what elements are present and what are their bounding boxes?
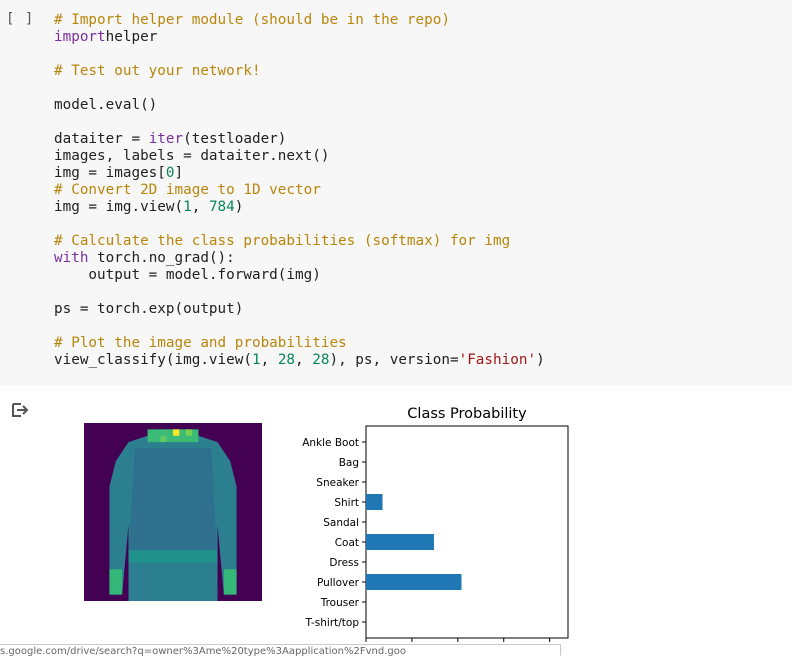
code-token: 28: [312, 352, 330, 368]
cell-output: Class Probability T-shirt/top Trouser Pullo…: [0, 386, 792, 656]
code-line[interactable]: [54, 80, 545, 97]
code-token: ,: [260, 352, 278, 368]
code-token: images, labels = dataiter.next(): [54, 148, 330, 164]
code-line[interactable]: importhelper: [54, 29, 545, 46]
code-line[interactable]: [54, 318, 545, 335]
code-token: img = img.view(: [54, 199, 184, 215]
code-line[interactable]: # Import helper module (should be in the…: [54, 12, 545, 29]
code-token: # Plot the image and probabilities: [54, 335, 347, 351]
y-tick-label: Sandal: [323, 517, 359, 529]
code-token: iter: [148, 131, 184, 147]
y-tick-label: Sneaker: [316, 477, 359, 489]
code-token: 28: [277, 352, 296, 368]
code-line[interactable]: dataiter = iter(testloader): [54, 131, 545, 148]
code-token: torch.no_grad():: [88, 250, 235, 266]
status-url: s.google.com/drive/search?q=owner%3Ame%2…: [0, 644, 561, 656]
code-line[interactable]: # Calculate the class probabilities (sof…: [54, 233, 545, 250]
y-tick-label: Trouser: [320, 597, 360, 609]
code-line[interactable]: output = model.forward(img): [54, 267, 545, 284]
code-line[interactable]: [54, 114, 545, 131]
code-token: import: [54, 29, 106, 45]
code-line[interactable]: view_classify(img.view(1, 28, 28), ps, v…: [54, 352, 545, 369]
code-token: # Import helper module (should be in the…: [54, 12, 450, 28]
code-line[interactable]: images, labels = dataiter.next(): [54, 148, 545, 165]
class-probability-chart: Class Probability T-shirt/top Trouser Pullo…: [302, 406, 569, 656]
code-cell[interactable]: [ ] # Import helper module (should be in…: [0, 0, 792, 386]
code-token: ps = torch.exp(output): [54, 301, 244, 317]
code-token: ), ps, version=: [329, 352, 459, 368]
code-token: # Calculate the class probabilities (sof…: [54, 233, 511, 249]
bar-coat: [366, 534, 434, 550]
code-token: 1: [251, 352, 261, 368]
code-token: view_classify(img.view(: [54, 352, 252, 368]
code-token: 1: [183, 199, 192, 215]
code-token: helper: [105, 29, 158, 45]
code-token: dataiter =: [54, 131, 149, 147]
y-tick-label: Bag: [339, 457, 359, 469]
code-line[interactable]: model.eval(): [54, 97, 545, 114]
y-tick-label: Shirt: [334, 497, 359, 509]
code-token: img = images[: [54, 165, 166, 181]
code-token: (testloader): [183, 131, 287, 147]
code-line[interactable]: # Convert 2D image to 1D vector: [54, 182, 545, 199]
code-line[interactable]: ps = torch.exp(output): [54, 301, 545, 318]
bar-pullover: [366, 574, 462, 590]
code-token: output = model.forward(img): [54, 267, 321, 283]
y-tick-label: Dress: [329, 557, 359, 569]
code-token: 784: [208, 199, 235, 215]
code-token: with: [54, 250, 89, 266]
y-tick-label: Coat: [335, 537, 359, 549]
code-line[interactable]: img = img.view(1, 784): [54, 199, 545, 216]
code-token: 'Fashion': [458, 352, 537, 368]
code-token: # Test out your network!: [54, 63, 261, 79]
output-arrow-icon[interactable]: [10, 400, 30, 420]
code-line[interactable]: [54, 284, 545, 301]
code-token: ,: [191, 199, 209, 215]
code-line[interactable]: with torch.no_grad():: [54, 250, 545, 267]
plot-frame: [365, 425, 569, 639]
code-line[interactable]: # Test out your network!: [54, 63, 545, 80]
code-line[interactable]: img = images[0]: [54, 165, 545, 182]
code-token: 0: [165, 165, 175, 181]
run-cell-button[interactable]: [ ]: [6, 11, 34, 27]
code-token: ]: [174, 165, 184, 181]
bar-shirt: [366, 494, 383, 510]
y-tick-label: Pullover: [317, 577, 360, 589]
code-editor[interactable]: # Import helper module (should be in the…: [54, 12, 545, 369]
code-token: # Convert 2D image to 1D vector: [54, 182, 321, 198]
code-line[interactable]: [54, 216, 545, 233]
code-token: ): [536, 352, 545, 368]
code-token: ): [234, 199, 244, 215]
chart-title: Class Probability: [407, 406, 527, 422]
code-line[interactable]: # Plot the image and probabilities: [54, 335, 545, 352]
y-tick-label: Ankle Boot: [302, 437, 359, 449]
garment-shape: [109, 429, 237, 601]
code-line[interactable]: [54, 46, 545, 63]
pullover-image: [84, 423, 262, 601]
code-token: ,: [295, 352, 313, 368]
code-token: model.eval(): [54, 97, 158, 113]
y-tick-label: T-shirt/top: [305, 617, 360, 629]
